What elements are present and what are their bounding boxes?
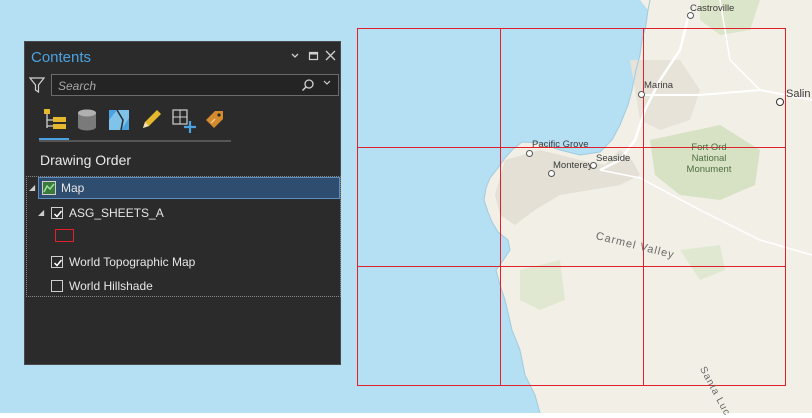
filter-icon[interactable] [28,76,46,94]
marina-marker [638,91,645,98]
list-by-drawing-order-icon[interactable] [41,106,69,134]
map-label-salinas: Salin [786,88,811,100]
list-by-selection-icon[interactable] [105,106,133,134]
search-options-chevron-icon[interactable] [322,78,332,91]
tree-item-label: World Topographic Map [69,255,196,269]
monterey-marker [548,170,555,177]
expand-layer-icon[interactable]: ◢ [38,208,44,217]
chevron-down-icon[interactable] [287,49,303,65]
layer-tree: ◢ Map ◢ ASG_SHEETS_A World Topographic M… [26,176,341,297]
layer-visibility-checkbox[interactable] [51,280,63,292]
maximize-icon[interactable] [305,49,321,65]
tree-item-world-topographic-map[interactable]: World Topographic Map [27,251,340,273]
tree-item-label: ASG_SHEETS_A [69,206,164,220]
layer-visibility-checkbox[interactable] [51,207,63,219]
tree-item-asg-sheets-a[interactable]: ◢ ASG_SHEETS_A [27,202,340,224]
active-tool-indicator [39,138,69,140]
tree-item-label: Map [61,181,85,195]
salinas-marker [776,98,784,106]
map-label-marina: Marina [644,80,674,91]
expand-map-icon[interactable]: ◢ [29,183,35,192]
pacific-grove-marker [526,150,533,157]
drawing-order-heading: Drawing Order [40,152,132,168]
tree-item-world-hillshade[interactable]: World Hillshade [27,275,340,297]
list-by-editing-icon[interactable] [137,106,165,134]
list-by-data-source-icon[interactable] [73,106,101,134]
map-label-seaside: Seaside [596,153,631,164]
list-view-toolbar [39,104,231,142]
map-label-castroville: Castroville [690,3,735,14]
map-label-pacific-grove: Pacific Grove [532,139,589,150]
pane-title: Contents [31,49,92,66]
search-input[interactable] [56,75,290,97]
map-icon [42,181,56,195]
list-by-snapping-icon[interactable] [169,106,197,134]
layer-visibility-checkbox[interactable] [51,256,63,268]
search-box [51,74,339,97]
tree-item-label: World Hillshade [69,279,153,293]
map-label-monterey: Monterey [553,160,593,171]
search-row [27,73,339,99]
tree-item-map[interactable]: Map [38,177,340,199]
search-icon[interactable] [301,78,315,97]
map-label-fort-ord: Fort Ord National Monument [686,142,732,175]
close-icon[interactable] [322,49,338,65]
pane-header: Contents [25,42,340,74]
list-by-labeling-icon[interactable] [201,106,229,134]
layer-symbol-swatch[interactable] [55,229,74,242]
contents-pane: Contents Search Drawing Order ◢ Map ◢ AS… [24,41,341,365]
